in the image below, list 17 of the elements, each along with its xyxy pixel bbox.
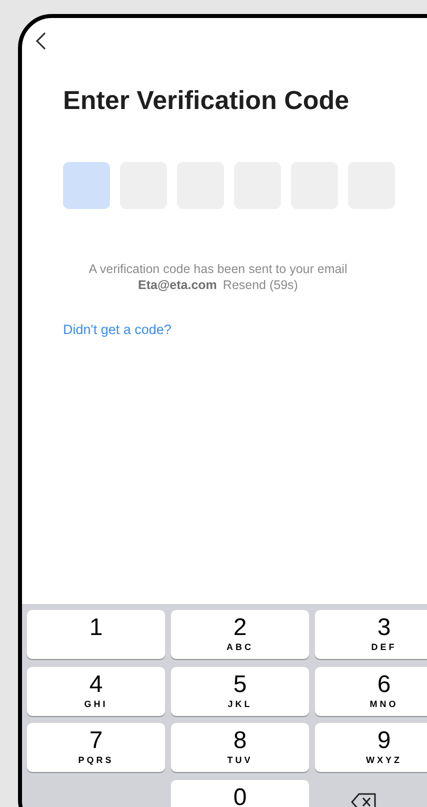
keypad-key[interactable]: 9 WXYZ [315, 723, 427, 772]
back-chevron-icon [35, 31, 47, 51]
resend-countdown: Resend (59s) [222, 277, 298, 293]
keypad-key[interactable]: 1 [27, 610, 165, 659]
keypad-key[interactable]: 2 ABC [171, 610, 309, 659]
keypad-key[interactable]: 6 MNO [315, 666, 427, 716]
email-address: Eta@eta.com [138, 277, 217, 293]
keypad-key[interactable]: 5 JKL [171, 666, 309, 716]
sent-message: A verification code has been sent to your email [88, 261, 348, 277]
keypad-key[interactable]: 8 TUV [171, 723, 309, 772]
keypad-key[interactable]: 4 GHI [27, 666, 165, 716]
keypad-key[interactable]: 0 [171, 780, 309, 807]
backspace-icon[interactable] [351, 792, 377, 807]
keypad-key[interactable]: 7 PQRS [27, 723, 165, 772]
code-digit-field[interactable] [63, 162, 110, 209]
keypad-key[interactable]: 3 DEF [315, 610, 427, 659]
page-title: Enter Verification Code [63, 84, 350, 116]
